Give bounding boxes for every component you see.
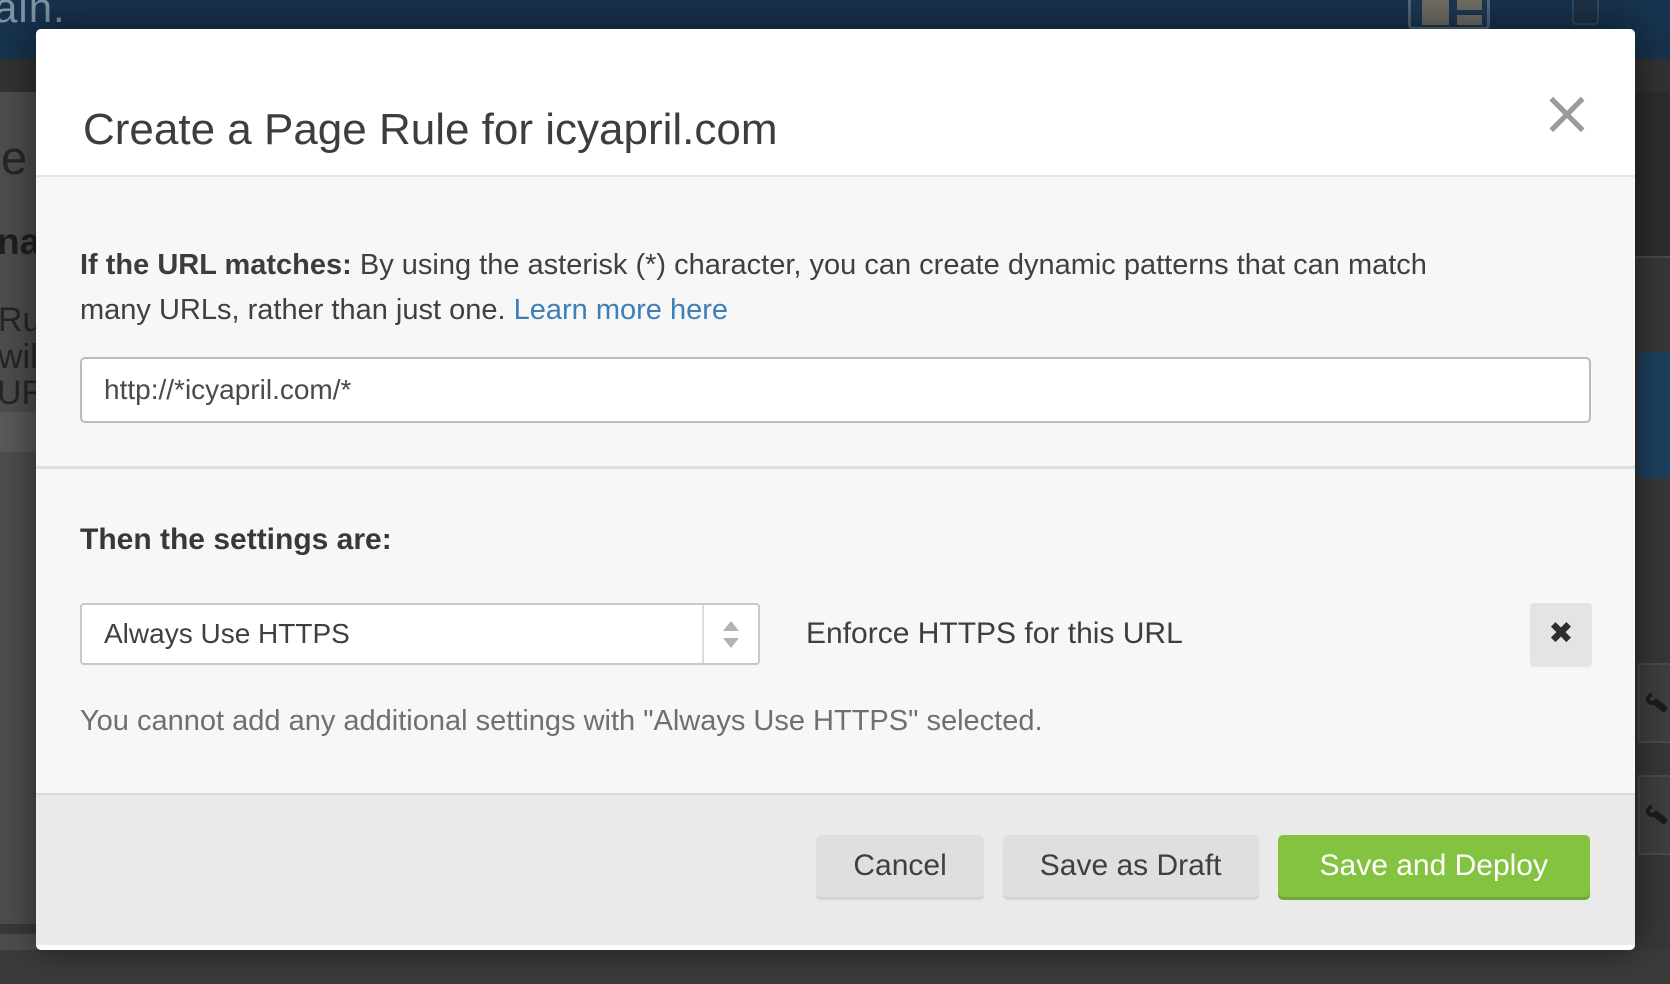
settings-section: Then the settings are: Always Use HTTPS … <box>36 469 1635 793</box>
background-domain-text-fragment: ain. <box>0 0 66 32</box>
url-match-description: If the URL matches: By using the asteris… <box>80 243 1591 333</box>
modal-title: Create a Page Rule for icyapril.com <box>83 105 778 155</box>
modal-footer: Cancel Save as Draft Save and Deploy <box>36 793 1635 945</box>
create-page-rule-modal: Create a Page Rule for icyapril.com × If… <box>36 29 1635 950</box>
setting-note: You cannot add any additional settings w… <box>80 705 1592 738</box>
background-below-modal <box>0 950 1670 984</box>
header-right-icon <box>1572 0 1599 25</box>
remove-setting-button[interactable]: ✖ <box>1530 603 1592 665</box>
background-blue-button-fragment <box>1638 352 1670 478</box>
url-match-text-line2: many URLs, rather than just one. <box>80 294 514 326</box>
url-match-text-line1: By using the asterisk (*) character, you… <box>352 249 1427 281</box>
background-rule-row-fragment <box>1638 775 1670 855</box>
url-match-section: If the URL matches: By using the asteris… <box>36 177 1635 469</box>
modal-header: Create a Page Rule for icyapril.com × <box>36 29 1635 177</box>
background-rule-row-fragment <box>1638 663 1670 743</box>
cancel-button[interactable]: Cancel <box>816 835 983 897</box>
wrench-icon <box>1646 805 1668 827</box>
chevron-down-icon <box>723 638 739 648</box>
background-right-dark-block <box>1635 92 1670 256</box>
learn-more-link[interactable]: Learn more here <box>514 294 728 326</box>
url-pattern-input[interactable] <box>80 357 1591 423</box>
setting-row: Always Use HTTPS Enforce HTTPS for this … <box>80 603 1592 665</box>
url-match-label: If the URL matches: <box>80 249 352 281</box>
setting-description: Enforce HTTPS for this URL <box>806 617 1183 651</box>
save-as-draft-button[interactable]: Save as Draft <box>1003 835 1259 897</box>
save-and-deploy-button[interactable]: Save and Deploy <box>1278 835 1591 897</box>
background-right-divider <box>1635 256 1670 258</box>
remove-icon: ✖ <box>1548 616 1573 651</box>
select-stepper-icon <box>702 605 758 663</box>
chevron-up-icon <box>723 621 739 631</box>
settings-heading: Then the settings are: <box>80 523 1592 557</box>
setting-select[interactable]: Always Use HTTPS <box>80 603 760 665</box>
background-divider-fragment <box>0 924 36 934</box>
close-icon[interactable]: × <box>1539 85 1595 141</box>
setting-select-value: Always Use HTTPS <box>82 618 350 650</box>
wrench-icon <box>1646 693 1668 715</box>
grid-view-icon <box>1408 0 1490 30</box>
background-table-header-fragment <box>0 412 36 452</box>
background-text-fragment: e <box>1 130 27 185</box>
